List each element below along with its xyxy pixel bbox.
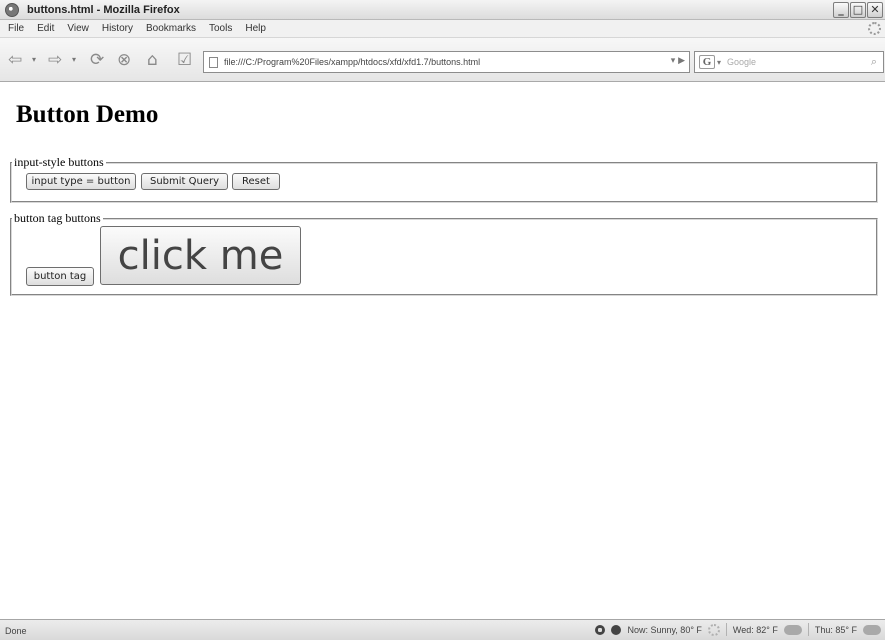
input-type-button[interactable]: input type = button bbox=[26, 173, 136, 190]
page-content: Button Demo input-style buttons input ty… bbox=[0, 83, 885, 619]
fieldset-legend: button tag buttons bbox=[14, 211, 101, 225]
cloudy-icon bbox=[783, 624, 802, 635]
reset-button[interactable]: Reset bbox=[232, 173, 280, 190]
menu-edit[interactable]: Edit bbox=[30, 23, 60, 34]
weather-now[interactable]: Now: Sunny, 80° F bbox=[627, 625, 701, 635]
menu-help[interactable]: Help bbox=[238, 23, 272, 34]
reload-icon[interactable]: ⟳ bbox=[90, 52, 104, 69]
fieldset-legend: input-style buttons bbox=[14, 155, 104, 169]
firefox-icon bbox=[5, 2, 19, 17]
status-indicators: Now: Sunny, 80° F Wed: 82° F Thu: 85° F bbox=[595, 623, 881, 636]
maximize-button[interactable]: □ bbox=[850, 2, 866, 18]
menu-tools[interactable]: Tools bbox=[202, 23, 238, 34]
bookmark-page-icon[interactable]: ☑ bbox=[177, 52, 192, 69]
google-engine-icon[interactable]: G bbox=[699, 55, 715, 69]
menu-bookmarks[interactable]: Bookmarks bbox=[139, 23, 202, 34]
navigation-toolbar: ⇦ ▾ ⇨ ▾ ⟳ ⊗ ⌂ ☑ file:///C:/Program%20Fil… bbox=[0, 38, 885, 82]
search-go-icon[interactable]: ⌕ bbox=[871, 55, 877, 69]
addon-status-icon[interactable] bbox=[595, 624, 606, 635]
weather-thu[interactable]: Thu: 85° F bbox=[815, 625, 857, 635]
url-dropdown-go-icon[interactable]: ▾ ▶ bbox=[671, 56, 685, 66]
weather-wed[interactable]: Wed: 82° F bbox=[733, 625, 778, 635]
menu-file[interactable]: File bbox=[0, 23, 30, 34]
divider bbox=[807, 623, 809, 636]
window-title: buttons.html - Mozilla Firefox bbox=[27, 3, 180, 16]
status-text: Done bbox=[5, 626, 27, 636]
minimize-button[interactable]: _ bbox=[833, 2, 849, 18]
status-bar: Done Now: Sunny, 80° F Wed: 82° F Thu: 8… bbox=[0, 619, 885, 640]
menu-history[interactable]: History bbox=[95, 23, 139, 34]
button-tag-button[interactable]: button tag bbox=[26, 267, 94, 286]
addon-status-icon[interactable] bbox=[611, 624, 622, 635]
menu-view[interactable]: View bbox=[60, 23, 95, 34]
sunny-icon bbox=[707, 623, 720, 636]
page-icon bbox=[209, 56, 218, 68]
submit-query-button[interactable]: Submit Query bbox=[141, 173, 228, 190]
click-me-button[interactable]: click me bbox=[100, 226, 301, 285]
search-bar[interactable]: G ▾ Google ⌕ bbox=[694, 51, 884, 73]
forward-history-dropdown-icon[interactable]: ▾ bbox=[72, 55, 76, 64]
divider bbox=[725, 623, 727, 636]
engine-dropdown-icon[interactable]: ▾ bbox=[717, 58, 721, 67]
url-text[interactable]: file:///C:/Program%20Files/xampp/htdocs/… bbox=[224, 57, 480, 67]
search-input[interactable]: Google bbox=[727, 57, 756, 67]
close-button[interactable]: ✕ bbox=[867, 2, 883, 18]
activity-throbber-icon bbox=[868, 22, 881, 35]
home-icon[interactable]: ⌂ bbox=[147, 52, 158, 69]
stop-icon[interactable]: ⊗ bbox=[117, 52, 131, 69]
forward-icon[interactable]: ⇨ bbox=[48, 52, 62, 69]
page-heading: Button Demo bbox=[16, 101, 159, 128]
menu-bar: File Edit View History Bookmarks Tools H… bbox=[0, 20, 885, 38]
back-history-dropdown-icon[interactable]: ▾ bbox=[32, 55, 36, 64]
title-bar: buttons.html - Mozilla Firefox _ □ ✕ bbox=[0, 0, 885, 20]
window-controls: _ □ ✕ bbox=[833, 2, 883, 18]
cloudy-icon bbox=[863, 624, 881, 635]
back-icon[interactable]: ⇦ bbox=[8, 52, 22, 69]
address-bar[interactable]: file:///C:/Program%20Files/xampp/htdocs/… bbox=[203, 51, 690, 73]
